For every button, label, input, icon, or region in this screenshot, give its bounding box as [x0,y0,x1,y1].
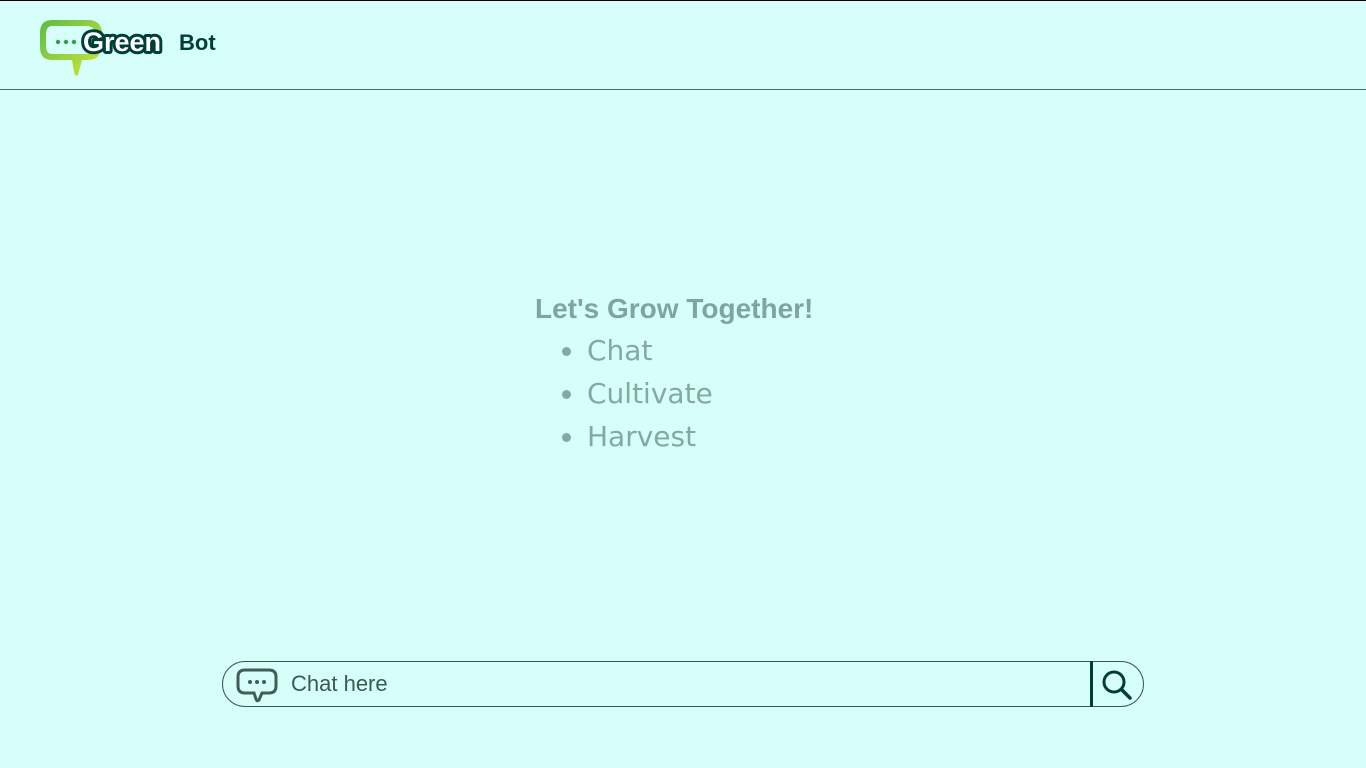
hero-feature-list: Chat Cultivate Harvest [535,329,813,458]
search-icon [1102,670,1132,700]
list-item: Harvest [561,415,813,458]
chat-bar [222,661,1144,707]
logo-green-text: Green [83,27,161,57]
hero-section: Let's Grow Together! Chat Cultivate Harv… [535,291,813,458]
chat-input[interactable] [291,668,1081,700]
logo-bot-text: Bot [179,30,216,55]
hero-title: Let's Grow Together! [535,293,814,324]
logo-speech-bubble-icon: Green Bot [40,20,216,76]
site-header: Green Bot [0,1,1366,90]
list-item: Cultivate [561,372,813,415]
list-item: Chat [561,329,813,372]
search-button[interactable] [1096,664,1138,704]
search-divider [1090,661,1093,707]
page: Green Bot Let's Grow Together! Chat Cult… [0,0,1366,768]
chat-bubble-icon [236,667,278,703]
greenbot-logo[interactable]: Green Bot [38,17,228,79]
